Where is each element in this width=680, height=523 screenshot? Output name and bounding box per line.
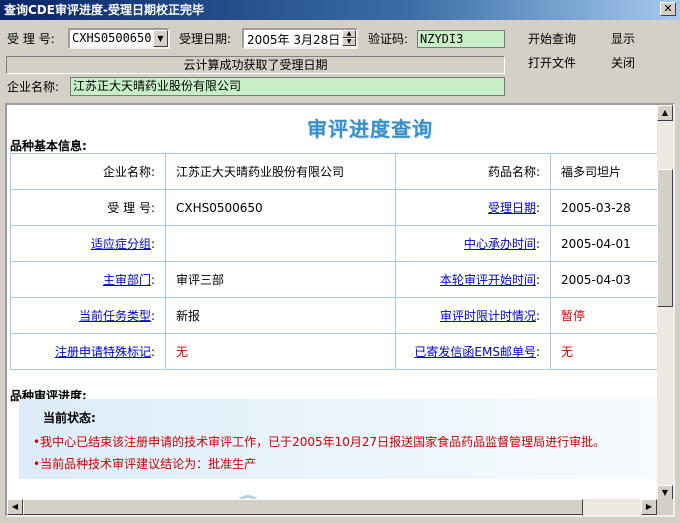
field-value: 无 (550, 333, 661, 370)
basic-info-table: 企业名称: 江苏正大天晴药业股份有限公司 药品名称: 福多司坦片 受 理 号: … (10, 153, 661, 370)
result-web-view[interactable]: 审评进度查询 品种基本信息: 企业名称: 江苏正大天晴药业股份有限公司 药品名称… (5, 103, 675, 517)
field-key: 受理日期: (395, 189, 551, 226)
status-message: 云计算成功获取了受理日期 (6, 56, 505, 74)
page-title: 审评进度查询 (307, 117, 433, 141)
field-link[interactable]: 受理日期 (488, 201, 536, 215)
field-key: 主审部门: (10, 261, 166, 298)
basic-info-heading: 品种基本信息: (10, 139, 87, 153)
field-key: 药品名称: (395, 153, 551, 190)
field-value: 2005-04-01 (550, 225, 661, 262)
status-line-1: •我中心已结束该注册申请的技术审评工作，已于2005年10月27日报送国家食品药… (33, 435, 606, 449)
chevron-right-icon[interactable]: ▶ (641, 499, 657, 515)
field-key: 受 理 号: (10, 189, 166, 226)
field-link[interactable]: 适应症分组 (91, 237, 151, 251)
field-value: 福多司坦片 (550, 153, 661, 190)
chevron-down-icon[interactable]: ▼ (342, 38, 356, 46)
table-row: 受 理 号: CXHS0500650 受理日期: 2005-03-28 (10, 189, 661, 226)
field-key: 企业名称: (10, 153, 166, 190)
accept-date-value: 2005年 3月28日 (247, 33, 341, 47)
start-query-button[interactable]: 开始查询 (528, 31, 576, 47)
table-row: 企业名称: 江苏正大天晴药业股份有限公司 药品名称: 福多司坦片 (10, 153, 661, 190)
field-key: 已寄发信函EMS邮单号: (395, 333, 551, 370)
field-value: 江苏正大天晴药业股份有限公司 (165, 153, 396, 190)
field-value: 2005-04-03 (550, 261, 661, 298)
table-row: 主审部门: 审评三部 本轮审评开始时间: 2005-04-03 (10, 261, 661, 298)
field-value: 2005-03-28 (550, 189, 661, 226)
table-row: 适应症分组: 中心承办时间: 2005-04-01 (10, 225, 661, 262)
field-key: 适应症分组: (10, 225, 166, 262)
field-link[interactable]: 中心承办时间 (464, 237, 536, 251)
field-link[interactable]: 主审部门 (103, 273, 151, 287)
chevron-up-icon[interactable]: ▲ (657, 105, 673, 121)
accept-date-picker[interactable]: 2005年 3月28日 ▲ ▼ (242, 28, 358, 49)
chevron-left-icon[interactable]: ◀ (7, 499, 23, 515)
field-key: 注册申请特殊标记: (10, 333, 166, 370)
window-title: 查询CDE审评进度-受理日期校正完毕 (4, 3, 204, 17)
horizontal-scrollbar[interactable]: ◀ ▶ (7, 499, 657, 515)
field-link[interactable]: 审评时限计时情况 (440, 309, 536, 323)
field-value: 审评三部 (165, 261, 396, 298)
accept-date-label: 受理日期: (179, 32, 232, 46)
close-button[interactable]: 关闭 (611, 55, 635, 71)
field-value: 暂停 (550, 297, 661, 334)
field-link[interactable]: 已寄发信函EMS邮单号 (414, 345, 536, 359)
accept-no-value: CXHS0500650 (72, 31, 152, 45)
field-link[interactable]: 本轮审评开始时间 (440, 273, 536, 287)
field-value: 无 (165, 333, 396, 370)
field-key: 中心承办时间: (395, 225, 551, 262)
current-status-panel: 当前状态: •我中心已结束该注册申请的技术审评工作，已于2005年10月27日报… (19, 399, 659, 479)
open-file-button[interactable]: 打开文件 (528, 55, 576, 71)
scroll-thumb[interactable] (657, 169, 673, 307)
title-bar: 查询CDE审评进度-受理日期校正完毕 ✕ (0, 0, 680, 20)
company-input[interactable]: 江苏正大天晴药业股份有限公司 (70, 77, 505, 96)
table-row: 注册申请特殊标记: 无 已寄发信函EMS邮单号: 无 (10, 333, 661, 370)
chevron-down-icon[interactable]: ▼ (153, 30, 168, 47)
chevron-up-icon[interactable]: ▲ (342, 30, 356, 38)
field-key: 审评时限计时情况: (395, 297, 551, 334)
table-row: 当前任务类型: 新报 审评时限计时情况: 暂停 (10, 297, 661, 334)
scroll-thumb[interactable] (23, 499, 583, 515)
show-button[interactable]: 显示 (611, 31, 635, 47)
app-window: 查询CDE审评进度-受理日期校正完毕 ✕ 受 理 号: CXHS0500650 … (0, 0, 680, 523)
accept-no-combobox[interactable]: CXHS0500650 ▼ (68, 28, 170, 49)
field-key: 当前任务类型: (10, 297, 166, 334)
vertical-scrollbar[interactable]: ▲ ▼ (657, 105, 673, 501)
field-value: CXHS0500650 (165, 189, 396, 226)
field-key: 本轮审评开始时间: (395, 261, 551, 298)
field-value (165, 225, 396, 262)
captcha-label: 验证码: (368, 32, 409, 46)
status-line-2: •当前品种技术审评建议结论为：批准生产 (33, 457, 257, 471)
captcha-input[interactable]: NZYDI3 (417, 30, 505, 48)
accept-no-label: 受 理 号: (7, 32, 55, 46)
current-status-title: 当前状态: (43, 411, 96, 425)
scroll-corner (657, 499, 673, 515)
field-link[interactable]: 注册申请特殊标记 (55, 345, 151, 359)
field-link[interactable]: 当前任务类型 (79, 309, 151, 323)
date-spinner[interactable]: ▲ ▼ (342, 30, 356, 47)
company-label: 企业名称: (7, 80, 60, 94)
close-icon[interactable]: ✕ (660, 2, 676, 16)
field-value: 新报 (165, 297, 396, 334)
